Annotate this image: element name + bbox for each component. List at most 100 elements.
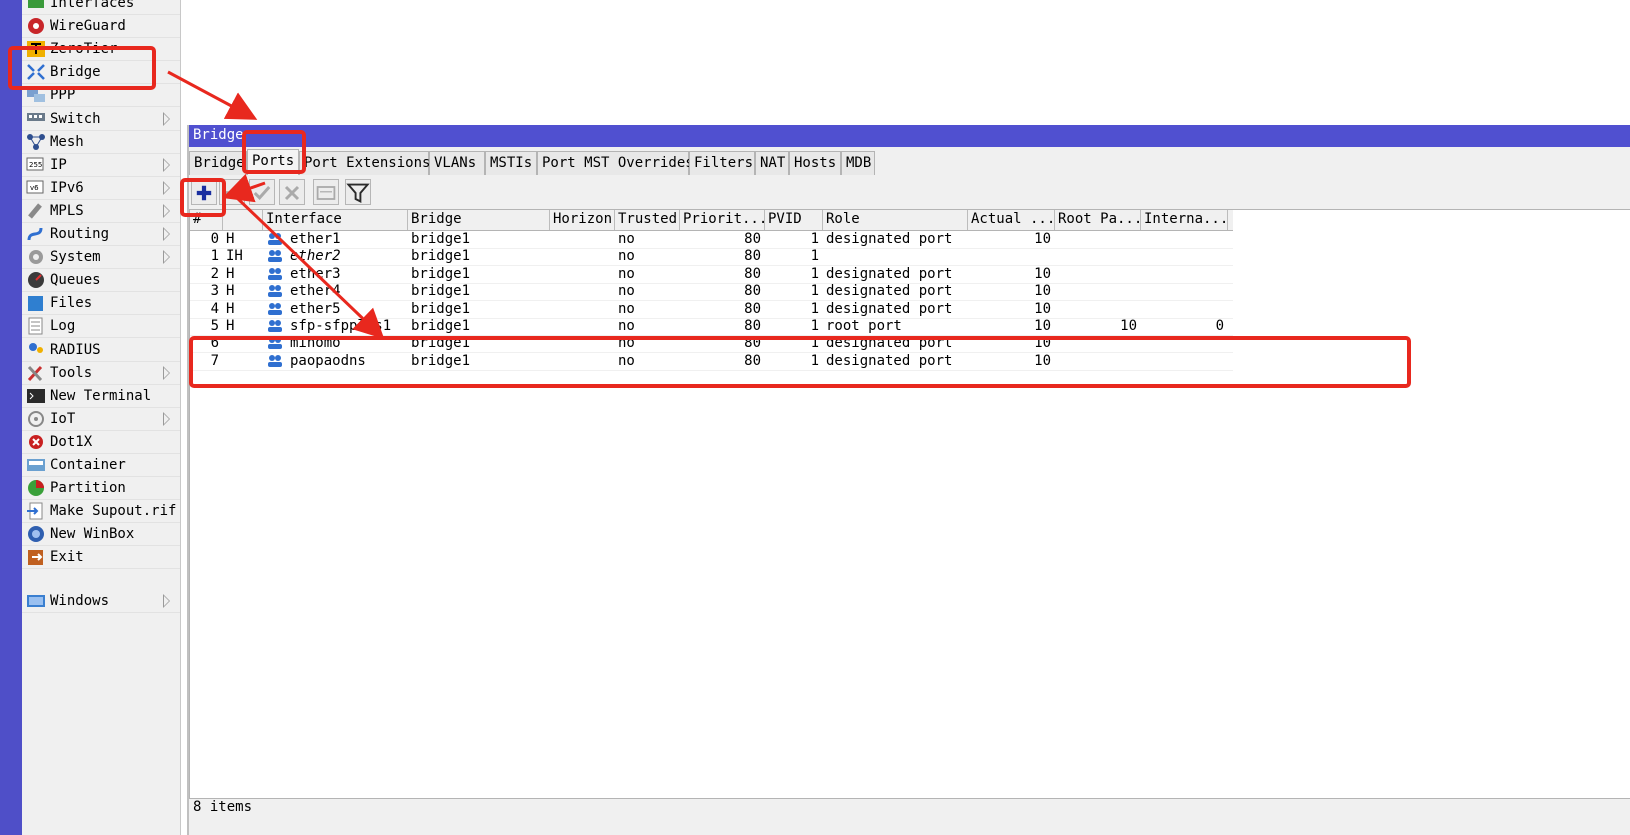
window-title: Bridge bbox=[193, 127, 244, 143]
sidebar-item-bridge[interactable]: Bridge bbox=[22, 61, 180, 85]
remove-button[interactable] bbox=[219, 179, 245, 205]
tab-nat[interactable]: NAT bbox=[755, 151, 789, 175]
table-row[interactable]: 3 Hether4 bridge1 no 80 1 designated port 10 bbox=[190, 283, 1233, 302]
add-button[interactable] bbox=[191, 179, 217, 205]
sidebar-item-windows[interactable]: Windows bbox=[22, 590, 180, 613]
cell-bridge: bridge1 bbox=[411, 352, 471, 369]
sidebar-item-log[interactable]: Log bbox=[22, 315, 180, 339]
disable-button[interactable] bbox=[279, 179, 305, 205]
cell-trusted: no bbox=[618, 352, 635, 369]
filter-button[interactable] bbox=[345, 179, 371, 205]
sidebar-item-interfaces[interactable]: Interfaces bbox=[22, 0, 180, 15]
submenu-arrow-icon bbox=[163, 111, 170, 126]
sidebar-item-wireguard[interactable]: WireGuard bbox=[22, 15, 180, 39]
cell-actual: 10 bbox=[1034, 352, 1051, 369]
sidebar-item-ppp[interactable]: PPP bbox=[22, 84, 180, 108]
column-header[interactable]: # bbox=[190, 210, 223, 230]
tab-bridge[interactable]: Bridge bbox=[189, 151, 247, 175]
column-header[interactable] bbox=[223, 210, 263, 230]
column-header[interactable]: Interna... bbox=[1141, 210, 1228, 230]
sidebar-item-label: Make Supout.rif bbox=[50, 503, 177, 520]
comment-button[interactable] bbox=[313, 179, 339, 205]
column-header[interactable]: Interface bbox=[263, 210, 408, 230]
tab-hosts[interactable]: Hosts bbox=[789, 151, 841, 175]
windows-icon bbox=[26, 592, 46, 610]
sidebar-item-radius[interactable]: RADIUS bbox=[22, 339, 180, 362]
sidebar-item-zerotier[interactable]: ZeroTier bbox=[22, 38, 180, 62]
cell-priority: 80 bbox=[744, 283, 761, 300]
cell-actual: 10 bbox=[1034, 283, 1051, 300]
table-row[interactable]: 5 Hsfp-sfpplus1 bridge1 no 80 1 root port 10 10 0 bbox=[190, 318, 1233, 336]
cell-num: 6 bbox=[210, 335, 219, 352]
mesh-icon bbox=[26, 133, 46, 151]
queues-icon bbox=[26, 271, 46, 289]
table-row[interactable]: 0 Hether1 bridge1 no 80 1 designated port 10 bbox=[190, 231, 1233, 249]
column-header[interactable]: PVID bbox=[765, 210, 823, 230]
tab-ports[interactable]: Ports bbox=[247, 149, 299, 175]
tab-mstis[interactable]: MSTIs bbox=[485, 151, 537, 175]
interface-icon bbox=[267, 354, 283, 368]
sidebar-item-exit[interactable]: Exit bbox=[22, 546, 180, 570]
column-header[interactable]: Role bbox=[823, 210, 968, 230]
svg-text:255: 255 bbox=[29, 161, 42, 169]
sidebar-item-label: Switch bbox=[50, 110, 101, 127]
sidebar-item-make-supout-rif[interactable]: Make Supout.rif bbox=[22, 500, 180, 524]
tab-filters[interactable]: Filters bbox=[689, 151, 755, 175]
column-header[interactable]: Horizon bbox=[550, 210, 615, 230]
tab-vlans[interactable]: VLANs bbox=[429, 151, 485, 175]
sidebar-item-ip[interactable]: 255 IP bbox=[22, 154, 180, 177]
interface-icon bbox=[267, 302, 283, 316]
cell-role: designated port bbox=[826, 300, 953, 317]
cell-role: root port bbox=[826, 318, 902, 334]
sidebar-item-label: System bbox=[50, 249, 101, 266]
cell-pvid: 1 bbox=[810, 248, 819, 265]
sidebar-item-tools[interactable]: Tools bbox=[22, 362, 180, 385]
cell-actual: 10 bbox=[1034, 300, 1051, 317]
cell-actual: 10 bbox=[1034, 265, 1051, 282]
sidebar-item-partition[interactable]: Partition bbox=[22, 477, 180, 501]
column-header[interactable]: Root Pa... bbox=[1055, 210, 1141, 230]
sidebar-item-system[interactable]: System bbox=[22, 246, 180, 270]
sidebar-item-label: PPP bbox=[50, 87, 76, 104]
sidebar-item-mesh[interactable]: Mesh bbox=[22, 131, 180, 154]
sidebar-item-switch[interactable]: Switch bbox=[22, 108, 180, 131]
cell-internal bbox=[1141, 248, 1224, 265]
sidebar-item-container[interactable]: Container bbox=[22, 454, 180, 477]
table-row[interactable]: 4 Hether5 bridge1 no 80 1 designated port 10 bbox=[190, 301, 1233, 319]
cell-flags bbox=[226, 353, 263, 370]
status-text: 8 items bbox=[193, 799, 253, 815]
cell-internal bbox=[1141, 301, 1224, 318]
sidebar-item-files[interactable]: Files bbox=[22, 292, 180, 316]
cell-priority: 80 bbox=[744, 248, 761, 265]
table-row[interactable]: 2 Hether3 bridge1 no 80 1 designated port 10 bbox=[190, 266, 1233, 284]
cell-iface: sfp-sfpplus1 bbox=[290, 318, 392, 334]
sidebar-item-iot[interactable]: IoT bbox=[22, 408, 180, 431]
tab-mdb[interactable]: MDB bbox=[841, 151, 875, 175]
cell-flags: H bbox=[226, 318, 235, 334]
sidebar-item-dot1x[interactable]: Dot1X bbox=[22, 431, 180, 454]
sidebar-item-mpls[interactable]: MPLS bbox=[22, 200, 180, 223]
column-header[interactable]: Bridge bbox=[408, 210, 550, 230]
table-row[interactable]: 7 paopaodns bridge1 no 80 1 designated port 10 bbox=[190, 353, 1233, 371]
sidebar-item-routing[interactable]: Routing bbox=[22, 223, 180, 246]
column-header[interactable]: Actual ... bbox=[968, 210, 1055, 230]
sidebar-item-queues[interactable]: Queues bbox=[22, 269, 180, 293]
cell-actual: 10 bbox=[1034, 318, 1051, 334]
table-row[interactable]: 6 mihomo bridge1 no 80 1 designated port 10 bbox=[190, 335, 1233, 354]
enable-button[interactable] bbox=[249, 179, 275, 205]
column-header[interactable]: Trusted bbox=[615, 210, 680, 230]
column-header[interactable]: Priorit... bbox=[680, 210, 765, 230]
sidebar-item-new-winbox[interactable]: New WinBox bbox=[22, 523, 180, 547]
cell-pvid: 1 bbox=[810, 283, 819, 300]
sidebar-item-ipv6[interactable]: v6 IPv6 bbox=[22, 177, 180, 200]
cell-priority: 80 bbox=[744, 335, 761, 352]
window-titlebar[interactable]: Bridge bbox=[189, 125, 1630, 147]
tab-port-mst-overrides[interactable]: Port MST Overrides bbox=[537, 151, 694, 175]
container-icon bbox=[26, 456, 46, 474]
sidebar-item-label: RADIUS bbox=[50, 341, 101, 358]
sidebar-item-label: ZeroTier bbox=[50, 41, 118, 58]
sidebar-item-new-terminal[interactable]: New Terminal bbox=[22, 385, 180, 408]
table-row[interactable]: 1 IH ether2 bridge1 no 80 1 bbox=[190, 248, 1233, 267]
sidebar: Interfaces WireGuard ZeroTier Bridge PPP Swit… bbox=[22, 0, 181, 835]
tab-port-extensions[interactable]: Port Extensions bbox=[299, 151, 430, 175]
